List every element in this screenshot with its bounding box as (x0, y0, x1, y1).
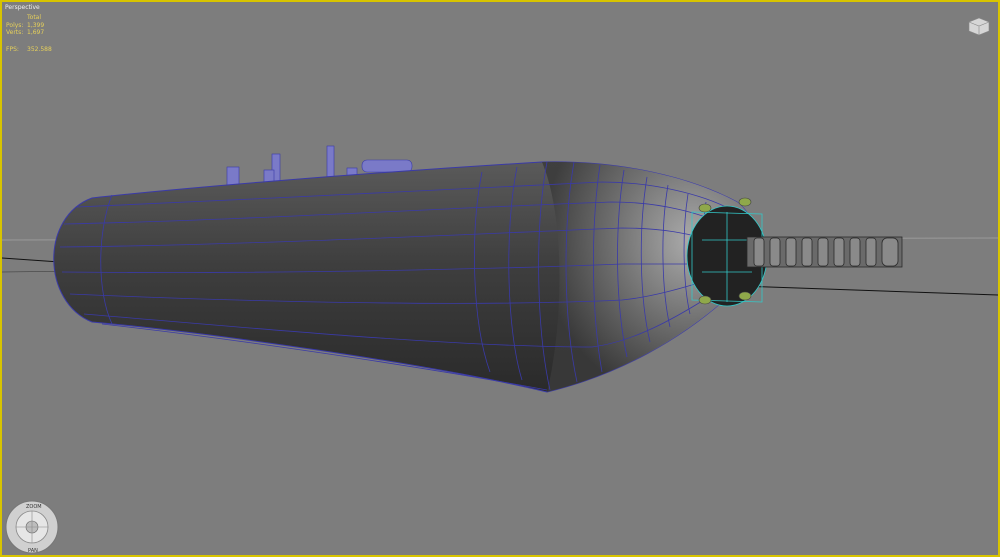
steering-wheel-navigation[interactable]: ZOOM PAN (4, 499, 60, 555)
fps-key: FPS: (6, 46, 19, 53)
wheel-zoom-label[interactable]: ZOOM (26, 504, 42, 510)
scene-canvas[interactable] (2, 2, 998, 555)
stat-key: Polys: (6, 22, 24, 29)
viewcube-icon[interactable] (966, 16, 992, 36)
stat-key: Verts: (6, 29, 24, 36)
stat-value: 1,697 (27, 29, 45, 36)
wheel-pan-label[interactable]: PAN (28, 548, 38, 554)
perspective-viewport[interactable]: Perspective Total Polys: 1,399 Verts: 1,… (0, 0, 1000, 557)
stat-value: 1,399 (27, 22, 45, 29)
fps-value: 352.588 (27, 46, 52, 53)
viewport-label[interactable]: Perspective (5, 4, 40, 11)
stats-header: Total (27, 14, 42, 21)
chain-mechanism[interactable] (746, 236, 903, 268)
